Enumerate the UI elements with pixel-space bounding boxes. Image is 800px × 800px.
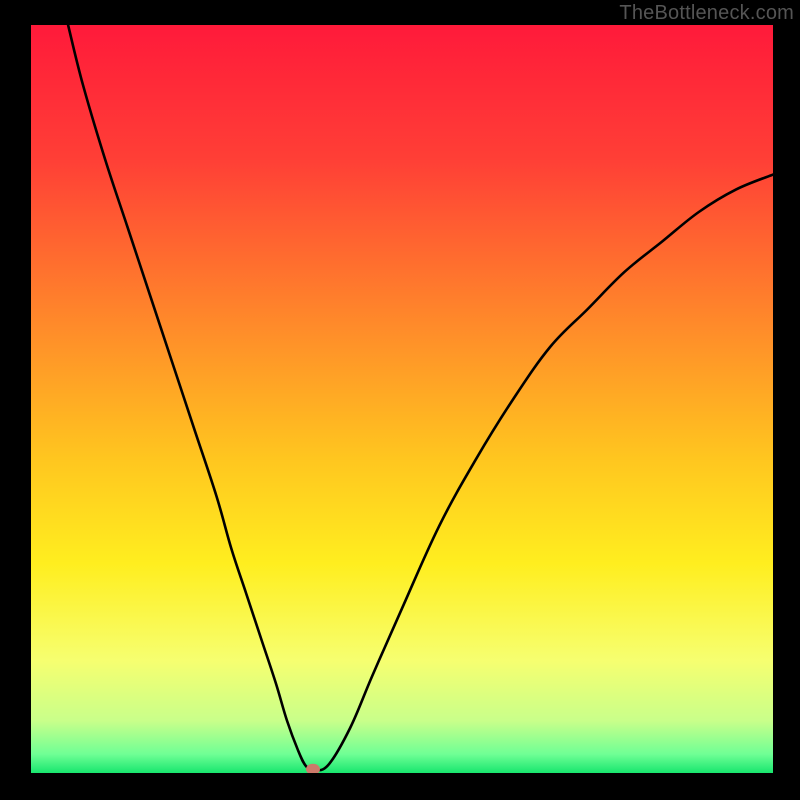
watermark-text: TheBottleneck.com [619, 2, 794, 25]
chart-container: TheBottleneck.com [0, 0, 800, 800]
bottleneck-chart [0, 0, 800, 800]
plot-background-gradient [31, 25, 773, 773]
